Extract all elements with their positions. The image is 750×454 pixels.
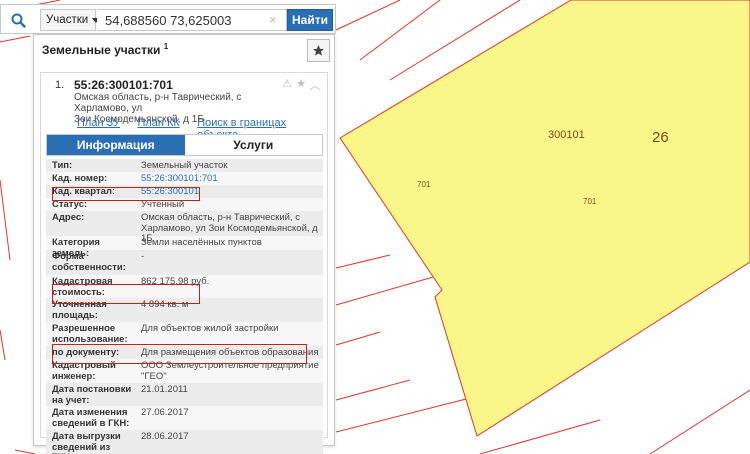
district-label: 26 xyxy=(652,129,669,146)
search-bar: Участки × Найти xyxy=(0,4,336,34)
panel-title: Земельные участки 1 xyxy=(42,42,168,57)
highlight-status xyxy=(52,187,200,201)
result-index: 1. xyxy=(55,79,65,91)
highlight-engineer xyxy=(52,344,307,364)
map-boundary-line xyxy=(649,389,750,454)
block-label: 300101 xyxy=(548,129,585,141)
detail-label: Категория земель: xyxy=(52,237,100,259)
detail-value: Земли населённых пунктов xyxy=(141,237,262,248)
map-boundary-line xyxy=(335,379,411,401)
detail-value: 21.01.2011 xyxy=(141,384,188,395)
detail-label: Дата постановки на учет: xyxy=(52,384,132,406)
map-boundary-line xyxy=(335,397,471,433)
detail-row-type: Тип: Земельный участок xyxy=(46,159,323,172)
results-panel: Земельные участки 1 1. 55:26:300101:701 … xyxy=(33,34,335,454)
parcel-address-line: Омская область, р-н Таврический, с Харла… xyxy=(74,92,242,114)
results-count: 1 xyxy=(163,42,169,51)
map-boundary-line xyxy=(335,254,391,269)
card-actions: ⚠ ★ ︿ xyxy=(281,77,321,93)
details-table: Тип: Земельный участок Кад. номер: 55:26… xyxy=(46,159,323,454)
map-boundary-line xyxy=(0,179,11,261)
detail-row-change-date: Дата изменения сведений в ГКН: 27.06.201… xyxy=(46,406,323,430)
detail-label: Дата выгрузки сведений из ГКН: xyxy=(52,431,121,454)
close-icon[interactable]: × xyxy=(269,12,277,27)
warning-icon[interactable]: ⚠ xyxy=(281,77,293,93)
map-boundary-line xyxy=(479,419,601,454)
map-boundary-line xyxy=(0,329,6,361)
parcel-title[interactable]: 55:26:300101:701 xyxy=(74,78,173,92)
detail-value: Для объектов жилой застройки xyxy=(141,323,279,334)
detail-value: Омская область, р-н Таврический, с Харла… xyxy=(141,212,318,244)
tab-services[interactable]: Услуги xyxy=(184,135,322,155)
detail-label: Тип: xyxy=(52,160,73,171)
detail-row-ownership: Форма собственности: - xyxy=(46,250,323,275)
detail-value: - xyxy=(141,251,145,262)
detail-value: 27.06.2017 xyxy=(141,407,189,418)
favorites-button[interactable] xyxy=(307,39,330,62)
map-boundary-line xyxy=(0,35,31,43)
detail-label: Кад. номер: xyxy=(52,173,108,184)
detail-label: Форма собственности: xyxy=(52,251,126,273)
map-boundary-line xyxy=(335,274,441,306)
search-scope-label: Участки xyxy=(46,14,89,26)
search-submit-button[interactable]: Найти xyxy=(287,9,333,31)
detail-row-address: Адрес: Омская область, р-н Таврический, … xyxy=(46,211,323,244)
card-tabs: Информация Услуги xyxy=(46,134,323,156)
detail-row-registration-date: Дата постановки на учет: 21.01.2011 xyxy=(46,383,323,406)
detail-row-export-date: Дата выгрузки сведений из ГКН: 28.06.201… xyxy=(46,430,323,454)
detail-value: Земельный участок xyxy=(141,160,228,171)
detail-row-permitted-use: Разрешенное использование: Для объектов … xyxy=(46,322,323,346)
parcel-label: 701 xyxy=(417,180,431,189)
parcel-card: 1. 55:26:300101:701 Омская область, р-н … xyxy=(40,72,328,454)
tab-info[interactable]: Информация xyxy=(47,135,185,155)
cad-number-link[interactable]: 55:26:300101:701 xyxy=(137,172,323,185)
detail-row-cad-number: Кад. номер: 55:26:300101:701 xyxy=(46,172,323,185)
map-boundary-line xyxy=(335,331,381,346)
star-icon[interactable]: ★ xyxy=(295,77,307,93)
detail-label: Адрес: xyxy=(52,212,85,223)
search-scope-select[interactable]: Участки xyxy=(40,9,101,31)
map-boundary-line xyxy=(335,0,401,31)
detail-label: Дата изменения сведений в ГКН: xyxy=(52,407,130,429)
map-boundary-line xyxy=(14,449,36,454)
detail-row-land-category: Категория земель: Земли населённых пункт… xyxy=(46,236,323,259)
highlight-area xyxy=(52,284,200,304)
parcel-label: 701 xyxy=(583,197,597,206)
search-input[interactable] xyxy=(97,9,287,31)
panel-title-text: Земельные участки xyxy=(42,43,161,57)
detail-value: 28.06.2017 xyxy=(141,431,189,442)
search-icon[interactable] xyxy=(4,9,32,31)
detail-label: Разрешенное использование: xyxy=(52,323,128,345)
parcel-polygon[interactable] xyxy=(339,0,750,437)
chevron-up-icon[interactable]: ︿ xyxy=(309,77,321,93)
map-boundary-line xyxy=(359,0,441,61)
star-icon xyxy=(313,45,324,56)
